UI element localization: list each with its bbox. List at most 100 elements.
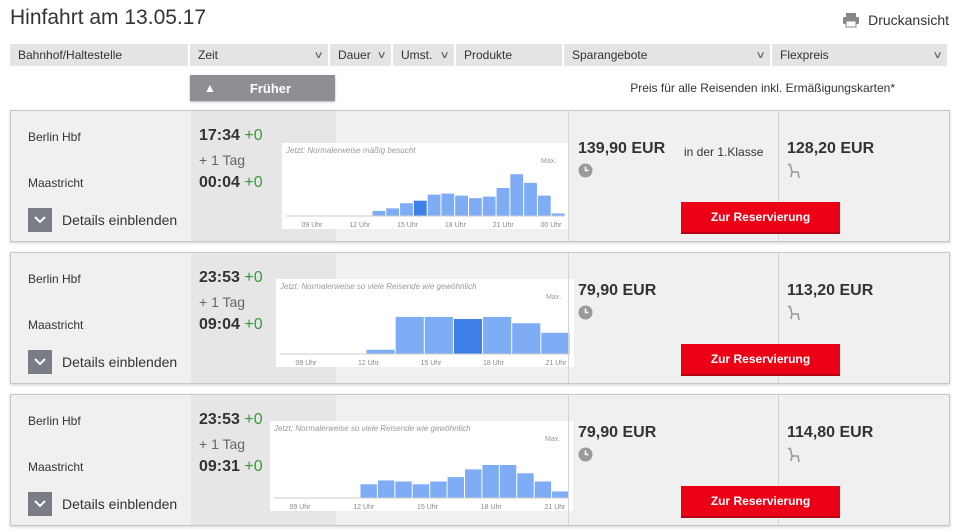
occupancy-bar (483, 316, 512, 354)
chart-tick-label: 21 Uhr (545, 360, 567, 367)
saver-price[interactable]: 79,90 EUR (578, 424, 656, 442)
occupancy-bar (482, 465, 499, 498)
departure-station: Berlin Hbf (28, 272, 81, 286)
occupancy-chart-svg: Jetzt: Normalerweise so viele Reisende w… (273, 424, 569, 511)
chevron-down-icon: ∨ (932, 49, 943, 61)
departure-time-value: 23:53 (199, 269, 240, 286)
chart-caption: Jetzt: Normalerweise so viele Reisende w… (279, 282, 477, 291)
details-toggle[interactable]: Details einblenden (28, 350, 177, 374)
chart-tick-label: 21 Uhr (544, 504, 566, 511)
departure-time: 23:53 +0 (199, 269, 263, 287)
arrival-time: 09:04 +0 (199, 316, 263, 334)
occupancy-bar (400, 203, 413, 216)
occupancy-bar (534, 481, 552, 498)
occupancy-bar (469, 198, 482, 216)
chart-tick-label: 09 Uhr (295, 360, 317, 367)
occupancy-bar (430, 481, 447, 498)
occupancy-bar (499, 465, 517, 498)
occupancy-bar (386, 208, 400, 216)
plus-day-note: + 1 Tag (199, 152, 246, 168)
departure-station: Berlin Hbf (28, 414, 81, 428)
col-flex-sort[interactable]: Flexpreis ∨ (772, 44, 947, 66)
flex-price[interactable]: 128,20 EUR (787, 140, 874, 158)
divider (568, 253, 569, 383)
departure-delay: +0 (244, 411, 263, 428)
departure-delay: +0 (244, 269, 263, 286)
chart-tick-label: 15 Uhr (397, 222, 419, 229)
price-note: Preis für alle Reisenden inkl. Ermäßigun… (630, 81, 895, 95)
seat-icon (787, 447, 801, 468)
class-note: in der 1.Klasse (684, 145, 764, 159)
divider (568, 111, 569, 241)
chart-tick-label: 12 Uhr (349, 222, 371, 229)
occupancy-bar (510, 174, 524, 216)
details-toggle[interactable]: Details einblenden (28, 208, 177, 232)
occupancy-bar (455, 195, 468, 216)
occupancy-bar (512, 323, 541, 354)
chevron-down-icon: ∨ (376, 49, 387, 61)
connection-card[interactable]: Berlin Hbf Maastricht 17:34 +0 + 1 Tag 0… (10, 110, 950, 242)
clock-icon (578, 447, 593, 467)
col-transfers-sort[interactable]: Umst. ∨ (393, 44, 454, 66)
saver-price[interactable]: 139,90 EUR (578, 140, 665, 158)
col-time-sort[interactable]: Zeit ∨ (190, 44, 328, 66)
clock-icon (578, 163, 593, 183)
chart-caption: Jetzt: Normalerweise mäßig besucht (285, 146, 416, 155)
departure-time: 17:34 +0 (199, 127, 263, 145)
col-transfers-label: Umst. (401, 48, 433, 62)
departure-station: Berlin Hbf (28, 130, 81, 144)
details-label: Details einblenden (62, 354, 178, 370)
occupancy-bar (424, 316, 453, 354)
chart-tick-label: 21 Uhr (493, 222, 515, 229)
col-products: Produkte (456, 44, 562, 66)
chevron-up-icon: ▲ (204, 81, 216, 95)
seat-icon (787, 305, 801, 326)
saver-price[interactable]: 79,90 EUR (578, 282, 656, 300)
occupancy-bar (372, 210, 386, 216)
occupancy-bar (552, 491, 569, 498)
occupancy-bar (465, 469, 482, 498)
details-label: Details einblenden (62, 212, 178, 228)
occupancy-bar (395, 481, 412, 498)
details-toggle[interactable]: Details einblenden (28, 492, 177, 516)
occupancy-bar (441, 193, 455, 216)
earlier-button[interactable]: ▲ Früher (190, 75, 335, 101)
reserve-button[interactable]: Zur Reservierung (681, 486, 840, 518)
chart-max-label: Max. (541, 158, 556, 165)
flex-price[interactable]: 113,20 EUR (787, 282, 873, 300)
reserve-button[interactable]: Zur Reservierung (681, 344, 840, 376)
departure-time-value: 23:53 (199, 411, 240, 428)
col-duration-sort[interactable]: Dauer ∨ (330, 44, 391, 66)
arrival-station: Maastricht (28, 460, 84, 474)
occupancy-bar (412, 484, 430, 498)
occupancy-bar (413, 200, 427, 216)
occupancy-bar (395, 316, 424, 354)
occupancy-bar (453, 319, 483, 354)
connection-card[interactable]: Berlin Hbf Maastricht 23:53 +0 + 1 Tag 0… (10, 252, 950, 384)
occupancy-bar (541, 332, 570, 354)
arrival-delay: +0 (244, 174, 263, 191)
chevron-down-icon (28, 208, 52, 232)
departure-time: 23:53 +0 (199, 411, 263, 429)
col-time-label: Zeit (198, 48, 219, 62)
occupancy-chart: Jetzt: Normalerweise so viele Reisende w… (270, 421, 573, 511)
reserve-button[interactable]: Zur Reservierung (681, 202, 840, 234)
page-title: Hinfahrt am 13.05.17 (10, 6, 207, 29)
occupancy-bar (366, 349, 395, 354)
arrival-delay: +0 (244, 458, 263, 475)
chevron-down-icon: ∨ (755, 49, 766, 61)
arrival-station: Maastricht (28, 318, 84, 332)
connection-card[interactable]: Berlin Hbf Maastricht 23:53 +0 + 1 Tag 0… (10, 394, 950, 526)
occupancy-bar (447, 477, 464, 498)
arrival-time-value: 00:04 (199, 174, 240, 191)
chart-tick-label: 18 Uhr (481, 504, 503, 511)
col-duration-label: Dauer (338, 48, 371, 62)
print-button[interactable]: Druckansicht (842, 12, 949, 28)
arrival-time-value: 09:04 (199, 316, 240, 333)
occupancy-bar (482, 196, 496, 216)
chevron-down-icon: ∨ (439, 49, 450, 61)
col-products-label: Produkte (464, 48, 513, 62)
col-saver-sort[interactable]: Sparangebote ∨ (564, 44, 770, 66)
flex-price[interactable]: 114,80 EUR (787, 424, 873, 442)
chevron-down-icon (28, 350, 52, 374)
